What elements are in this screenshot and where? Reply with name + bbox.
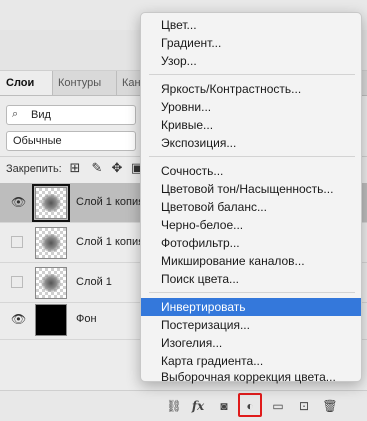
tab-paths[interactable]: Контуры xyxy=(52,71,117,95)
layer-name: Слой 1 xyxy=(76,276,112,288)
menu-item-brightness-contrast[interactable]: Яркость/Контрастность... xyxy=(141,81,361,97)
eye-icon[interactable]: 👁 xyxy=(11,196,26,208)
lock-transparency-icon[interactable]: ⊞ xyxy=(68,161,82,175)
adjustment-menu: Цвет... Градиент... Узор... Яркость/Конт… xyxy=(140,12,362,385)
layer-thumbnail xyxy=(32,184,70,222)
mask-icon[interactable]: ◙ xyxy=(216,399,232,413)
menu-item-hue-saturation[interactable]: Цветовой тон/Насыщенность... xyxy=(141,181,361,197)
layer-thumbnail xyxy=(35,227,67,259)
menu-item-pattern[interactable]: Узор... xyxy=(141,53,361,69)
layer-name: Фон xyxy=(76,313,97,325)
layer-name: Слой 1 копия xyxy=(76,196,145,208)
menu-item-photo-filter[interactable]: Фотофильтр... xyxy=(141,235,361,251)
menu-separator xyxy=(149,292,355,293)
layer-name: Слой 1 копия xyxy=(76,236,145,248)
fx-icon[interactable]: fx xyxy=(190,399,206,413)
trash-icon[interactable]: 🗑 xyxy=(322,399,338,413)
layer-filter-label: Вид xyxy=(31,109,51,121)
layer-thumbnail xyxy=(35,267,67,299)
menu-item-selective-color[interactable]: Выборочная коррекция цвета... xyxy=(141,369,361,385)
menu-item-curves[interactable]: Кривые... xyxy=(141,117,361,133)
menu-item-levels[interactable]: Уровни... xyxy=(141,99,361,115)
menu-separator xyxy=(149,74,355,75)
menu-item-color[interactable]: Цвет... xyxy=(141,17,361,33)
lock-label: Закрепить: xyxy=(6,163,62,175)
menu-item-black-white[interactable]: Черно-белое... xyxy=(141,217,361,233)
layer-filter-select[interactable]: ⌕ Вид xyxy=(6,105,136,125)
visibility-toggle[interactable] xyxy=(11,276,23,288)
search-icon: ⌕ xyxy=(12,108,19,120)
menu-item-exposure[interactable]: Экспозиция... xyxy=(141,135,361,151)
menu-item-invert[interactable]: Инвертировать xyxy=(141,298,361,316)
menu-item-color-lookup[interactable]: Поиск цвета... xyxy=(141,271,361,287)
menu-item-posterize[interactable]: Постеризация... xyxy=(141,317,361,333)
tab-layers[interactable]: Слои xyxy=(0,71,53,95)
folder-icon[interactable]: ▭ xyxy=(270,399,286,413)
lock-move-icon[interactable]: ✥ xyxy=(110,161,124,175)
visibility-toggle[interactable] xyxy=(11,236,23,248)
menu-item-color-balance[interactable]: Цветовой баланс... xyxy=(141,199,361,215)
blend-mode-value: Обычные xyxy=(13,135,62,147)
eye-icon[interactable]: 👁 xyxy=(11,313,26,325)
layer-thumbnail xyxy=(35,304,67,336)
menu-item-threshold[interactable]: Изогелия... xyxy=(141,335,361,351)
menu-separator xyxy=(149,156,355,157)
menu-item-channel-mixer[interactable]: Микширование каналов... xyxy=(141,253,361,269)
menu-item-gradient-map[interactable]: Карта градиента... xyxy=(141,353,361,369)
layers-bottom-toolbar: ⛓ fx ◙ ◐ ▭ ⊡ 🗑 xyxy=(0,390,367,421)
menu-item-vibrance[interactable]: Сочность... xyxy=(141,163,361,179)
annotation-highlight xyxy=(238,393,262,417)
link-icon[interactable]: ⛓ xyxy=(166,399,182,413)
menu-item-gradient[interactable]: Градиент... xyxy=(141,35,361,51)
blend-mode-select[interactable]: Обычные xyxy=(6,131,136,151)
new-layer-icon[interactable]: ⊡ xyxy=(296,399,312,413)
lock-brush-icon[interactable]: ✎ xyxy=(90,161,104,175)
